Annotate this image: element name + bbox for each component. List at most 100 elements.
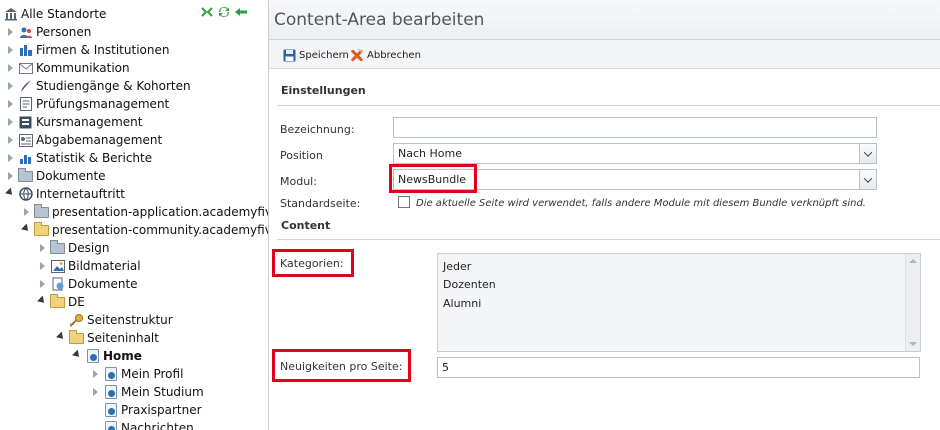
- collapsed-arrow-icon[interactable]: [5, 97, 15, 111]
- course-icon: [18, 115, 33, 129]
- tree-item[interactable]: Mein Studium: [0, 383, 268, 401]
- collapsed-arrow-icon[interactable]: [5, 43, 15, 57]
- tree-item[interactable]: Design: [0, 239, 268, 257]
- building-icon: [3, 7, 18, 21]
- tree-item[interactable]: DE: [0, 293, 268, 311]
- modul-label: Modul:: [280, 175, 317, 188]
- neuigkeiten-highlight-box: [272, 349, 411, 382]
- exam-icon: [18, 97, 33, 111]
- page-icon: [103, 421, 118, 430]
- tree-item[interactable]: Seitenstruktur: [0, 311, 268, 329]
- collapsed-arrow-icon[interactable]: [5, 79, 15, 93]
- refresh-icon[interactable]: [217, 6, 231, 18]
- section-settings-heading: Einstellungen: [281, 84, 366, 97]
- save-button[interactable]: Speichern: [282, 47, 349, 63]
- collapsed-arrow-icon[interactable]: [21, 205, 31, 219]
- collapsed-arrow-icon[interactable]: [90, 385, 100, 399]
- collapsed-arrow-icon[interactable]: [5, 133, 15, 147]
- chart-icon: [18, 151, 33, 165]
- tree-item-label: Seitenstruktur: [87, 313, 173, 327]
- floppy-disk-icon: [282, 48, 296, 62]
- tree-item[interactable]: Firmen & Institutionen: [0, 41, 268, 59]
- tree-item-label: presentation-application.academyfiv: [52, 205, 268, 219]
- scroll-down-icon[interactable]: [909, 342, 917, 346]
- section-content-heading: Content: [281, 219, 331, 232]
- chevron-down-icon[interactable]: [859, 170, 876, 189]
- tree-root-label: Alle Standorte: [21, 7, 107, 21]
- tree-item[interactable]: Prüfungsmanagement: [0, 95, 268, 113]
- list-scrollbar[interactable]: [905, 254, 920, 351]
- collapsed-arrow-icon[interactable]: [5, 25, 15, 39]
- tree-item-label: presentation-community.academyfiv: [52, 223, 268, 237]
- cancel-button-label: Abbrechen: [367, 49, 421, 61]
- tree-item-label: Praxispartner: [121, 403, 202, 417]
- collapsed-arrow-icon[interactable]: [37, 259, 47, 273]
- cancel-icon: [350, 48, 364, 62]
- tree-item[interactable]: Abgabemanagement: [0, 131, 268, 149]
- tree-item[interactable]: Nachrichten: [0, 419, 268, 430]
- collapsed-arrow-icon[interactable]: [90, 367, 100, 381]
- tree-item[interactable]: Internetauftritt: [0, 185, 268, 203]
- tree-item[interactable]: Kommunikation: [0, 59, 268, 77]
- standardseite-label: Standardseite:: [280, 197, 361, 210]
- list-item[interactable]: Dozenten: [443, 278, 496, 291]
- collapsed-arrow-icon[interactable]: [5, 169, 15, 183]
- scroll-up-icon[interactable]: [909, 259, 917, 263]
- tree-item[interactable]: Mein Profil: [0, 365, 268, 383]
- expanded-arrow-icon[interactable]: [21, 223, 31, 237]
- back-arrow-icon[interactable]: [234, 6, 248, 18]
- kategorien-list[interactable]: Jeder Dozenten Alumni: [437, 253, 921, 352]
- company-icon: [18, 43, 33, 57]
- chevron-down-icon[interactable]: [859, 144, 876, 163]
- list-item[interactable]: Jeder: [443, 260, 471, 273]
- collapsed-arrow-icon[interactable]: [5, 115, 15, 129]
- tree-item-label: Statistik & Berichte: [36, 151, 153, 165]
- tree-item[interactable]: presentation-application.academyfiv: [0, 203, 268, 221]
- tree-item[interactable]: Dokumente: [0, 167, 268, 185]
- standardseite-checkbox[interactable]: [398, 196, 410, 208]
- tree-item[interactable]: Studiengänge & Kohorten: [0, 77, 268, 95]
- expanded-arrow-icon[interactable]: [37, 295, 47, 309]
- page-icon: [103, 403, 118, 417]
- tree-item-label: DE: [68, 295, 85, 309]
- tree-item-label: Studiengänge & Kohorten: [36, 79, 191, 93]
- editor-panel: Content-Area bearbeiten Speichern Abbrec…: [269, 0, 940, 430]
- collapsed-arrow-icon[interactable]: [5, 61, 15, 75]
- tree-item[interactable]: Dokumente: [0, 275, 268, 293]
- key-icon: [69, 313, 84, 327]
- editor-title-bar: Content-Area bearbeiten: [269, 0, 940, 40]
- list-item[interactable]: Alumni: [443, 297, 481, 310]
- folder-icon: [50, 239, 65, 255]
- position-label: Position: [280, 149, 323, 162]
- expanded-arrow-icon[interactable]: [72, 349, 82, 363]
- tree-item[interactable]: Statistik & Berichte: [0, 149, 268, 167]
- collapsed-arrow-icon[interactable]: [5, 151, 15, 165]
- tree-item-label: Mein Profil: [121, 367, 184, 381]
- collapse-all-icon[interactable]: [200, 6, 214, 18]
- tree-item[interactable]: Home: [0, 347, 268, 365]
- tree-header: Alle Standorte: [0, 0, 268, 24]
- cancel-button[interactable]: Abbrechen: [350, 47, 421, 63]
- section-divider: [277, 105, 940, 106]
- neuigkeiten-input[interactable]: 5: [437, 357, 920, 378]
- tree-item[interactable]: Praxispartner: [0, 401, 268, 419]
- tree-item[interactable]: Kursmanagement: [0, 113, 268, 131]
- modul-highlight-box: [389, 164, 477, 193]
- tree-item[interactable]: presentation-community.academyfiv: [0, 221, 268, 239]
- expanded-arrow-icon[interactable]: [56, 331, 66, 345]
- position-select[interactable]: Nach Home: [393, 143, 877, 164]
- people-icon: [18, 25, 33, 39]
- tree-item[interactable]: Bildmaterial: [0, 257, 268, 275]
- collapsed-arrow-icon[interactable]: [37, 241, 47, 255]
- collapsed-arrow-icon[interactable]: [37, 277, 47, 291]
- tree-item[interactable]: Personen: [0, 23, 268, 41]
- tree-item[interactable]: Seiteninhalt: [0, 329, 268, 347]
- expanded-arrow-icon[interactable]: [5, 187, 15, 201]
- editor-toolbar: Speichern Abbrechen: [269, 40, 940, 69]
- tree-item-label: Dokumente: [36, 169, 106, 183]
- bezeichnung-input[interactable]: [393, 117, 877, 138]
- tree-item-label: Kommunikation: [36, 61, 130, 75]
